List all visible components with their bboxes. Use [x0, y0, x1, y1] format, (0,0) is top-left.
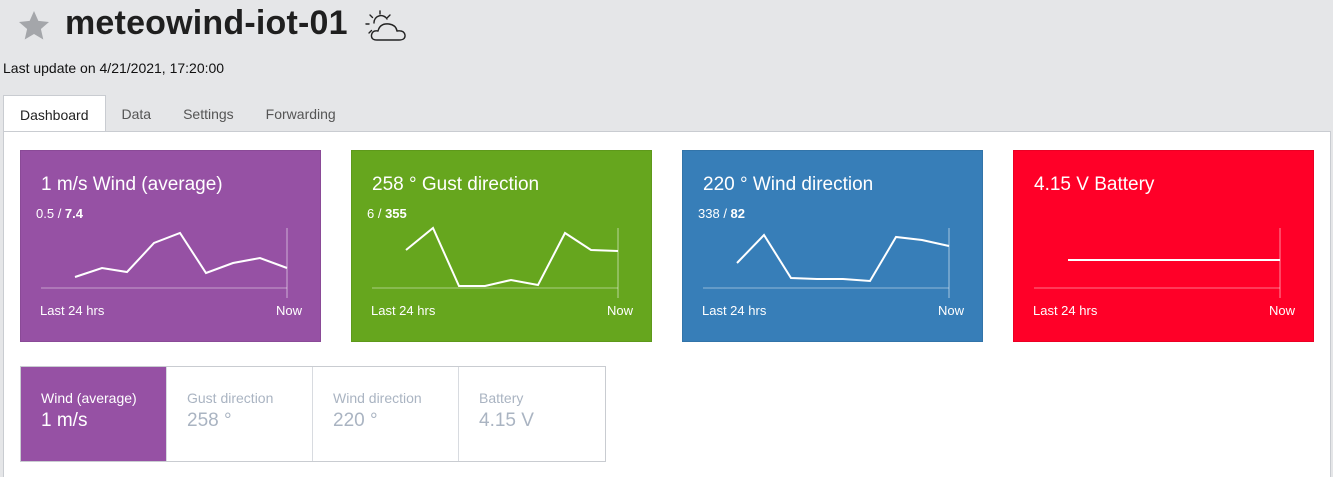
metric-selector: Wind (average) 1 m/s Gust direction 258 …	[20, 366, 606, 462]
card-left-label: Last 24 hrs	[702, 303, 767, 318]
metric-label: Wind direction	[333, 390, 422, 406]
tab-dashboard[interactable]: Dashboard	[3, 95, 106, 132]
sparkline-line	[405, 226, 619, 287]
metric-tab-gust-direction[interactable]: Gust direction 258 °	[167, 367, 313, 461]
metric-label: Gust direction	[187, 390, 274, 406]
last-update-text: Last update on 4/21/2021, 17:20:00	[3, 60, 225, 76]
card-gust-direction[interactable]: 258 ° Gust direction 6 / 355 Last 24 hrs…	[351, 150, 652, 342]
tab-bar: Dashboard Data Settings Forwarding	[3, 95, 352, 132]
partly-cloudy-icon	[365, 10, 406, 41]
metric-tab-battery[interactable]: Battery 4.15 V	[459, 367, 605, 461]
star-icon[interactable]	[16, 8, 52, 44]
sparkline-line	[74, 231, 288, 278]
device-title: meteowind-iot-01	[65, 4, 348, 42]
metric-label: Wind (average)	[41, 390, 137, 406]
sparkline-line	[736, 233, 950, 283]
metric-value: 220 °	[333, 410, 378, 431]
card-left-label: Last 24 hrs	[40, 303, 105, 318]
metric-tab-wind-direction[interactable]: Wind direction 220 °	[313, 367, 459, 461]
metric-value: 1 m/s	[41, 410, 88, 431]
metric-value: 258 °	[187, 410, 232, 431]
card-right-label: Now	[937, 303, 964, 318]
metric-value: 4.15 V	[479, 410, 534, 431]
card-right-label: Now	[1268, 303, 1295, 318]
device-header: meteowind-iot-01 Last update on 4/21/202…	[0, 0, 1333, 90]
card-right-label: Now	[275, 303, 302, 318]
card-left-label: Last 24 hrs	[371, 303, 436, 318]
tab-forwarding[interactable]: Forwarding	[250, 95, 352, 132]
tab-data[interactable]: Data	[106, 95, 168, 132]
card-battery[interactable]: 4.15 V Battery Last 24 hrs Now	[1013, 150, 1314, 342]
metric-tab-wind-average[interactable]: Wind (average) 1 m/s	[21, 367, 167, 461]
card-left-label: Last 24 hrs	[1033, 303, 1098, 318]
card-right-label: Now	[606, 303, 633, 318]
tab-settings[interactable]: Settings	[167, 95, 250, 132]
metric-label: Battery	[479, 390, 524, 406]
card-wind-average[interactable]: 1 m/s Wind (average) 0.5 / 7.4 Last 24 h…	[20, 150, 321, 342]
card-wind-direction[interactable]: 220 ° Wind direction 338 / 82 Last 24 hr…	[682, 150, 983, 342]
